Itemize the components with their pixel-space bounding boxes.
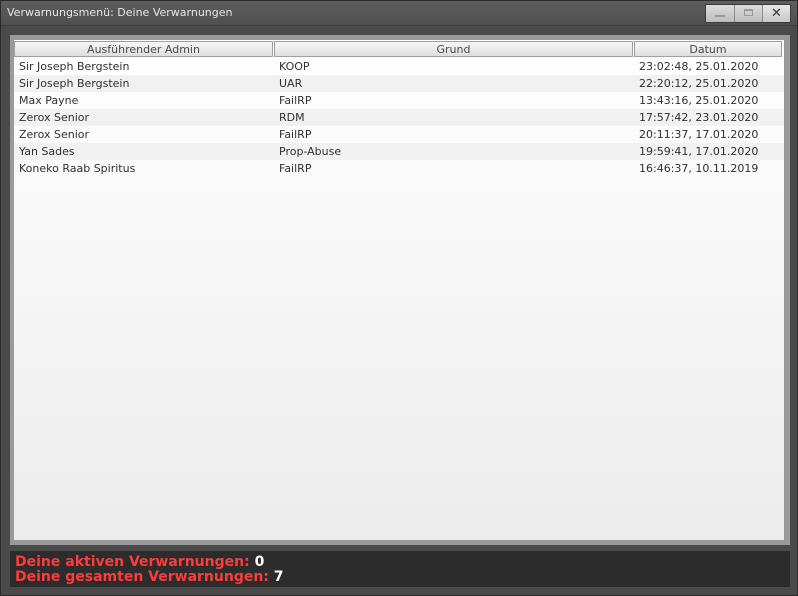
maximize-icon bbox=[744, 9, 753, 16]
list-header: Ausführender Admin Grund Datum bbox=[14, 41, 784, 57]
admin-cell: Zerox Senior bbox=[19, 128, 90, 141]
date-cell: 13:43:16, 25.01.2020 bbox=[639, 94, 759, 107]
window-title: Verwarnungsmenü: Deine Verwarnungen bbox=[7, 6, 233, 19]
list-panel: Ausführender Admin Grund Datum Sir Josep… bbox=[10, 35, 790, 545]
window-controls: ✕ bbox=[705, 4, 791, 23]
reason-cell: FailRP bbox=[279, 162, 312, 175]
active-warnings-count: 0 bbox=[254, 554, 265, 570]
total-warnings-line: Deine gesamten Verwarnungen: 7 bbox=[15, 569, 284, 585]
table-row[interactable]: Zerox Senior FailRP 20:11:37, 17.01.2020 bbox=[14, 126, 784, 143]
date-cell: 23:02:48, 25.01.2020 bbox=[639, 60, 759, 73]
reason-cell: Prop-Abuse bbox=[279, 145, 342, 158]
close-button[interactable]: ✕ bbox=[762, 5, 790, 22]
active-warnings-label: Deine aktiven Verwarnungen: bbox=[15, 554, 250, 570]
warnings-window: Verwarnungsmenü: Deine Verwarnungen ✕ Au… bbox=[0, 0, 798, 596]
admin-cell: Sir Joseph Bergstein bbox=[19, 60, 130, 73]
admin-cell: Sir Joseph Bergstein bbox=[19, 77, 130, 90]
admin-cell: Koneko Raab Spiritus bbox=[19, 162, 136, 175]
table-row[interactable]: Sir Joseph Bergstein KOOP 23:02:48, 25.0… bbox=[14, 58, 784, 75]
reason-cell: FailRP bbox=[279, 94, 312, 107]
admin-cell: Max Payne bbox=[19, 94, 79, 107]
column-header-reason[interactable]: Grund bbox=[274, 41, 633, 57]
minimize-icon bbox=[715, 15, 725, 17]
date-cell: 17:57:42, 23.01.2020 bbox=[639, 111, 759, 124]
date-cell: 16:46:37, 10.11.2019 bbox=[639, 162, 759, 175]
total-warnings-label: Deine gesamten Verwarnungen: bbox=[15, 569, 269, 585]
maximize-button[interactable] bbox=[734, 5, 762, 22]
warnings-list[interactable]: Ausführender Admin Grund Datum Sir Josep… bbox=[14, 40, 784, 540]
active-warnings-line: Deine aktiven Verwarnungen: 0 bbox=[15, 554, 264, 570]
reason-cell: KOOP bbox=[279, 60, 310, 73]
table-row[interactable]: Yan Sades Prop-Abuse 19:59:41, 17.01.202… bbox=[14, 143, 784, 160]
admin-cell: Zerox Senior bbox=[19, 111, 90, 124]
admin-cell: Yan Sades bbox=[19, 145, 75, 158]
title-bar[interactable]: Verwarnungsmenü: Deine Verwarnungen ✕ bbox=[1, 1, 797, 26]
table-row[interactable]: Koneko Raab Spiritus FailRP 16:46:37, 10… bbox=[14, 160, 784, 177]
column-header-admin[interactable]: Ausführender Admin bbox=[14, 41, 273, 57]
table-row[interactable]: Zerox Senior RDM 17:57:42, 23.01.2020 bbox=[14, 109, 784, 126]
reason-cell: FailRP bbox=[279, 128, 312, 141]
date-cell: 22:20:12, 25.01.2020 bbox=[639, 77, 759, 90]
total-warnings-count: 7 bbox=[273, 569, 284, 585]
date-cell: 19:59:41, 17.01.2020 bbox=[639, 145, 759, 158]
table-row[interactable]: Max Payne FailRP 13:43:16, 25.01.2020 bbox=[14, 92, 784, 109]
minimize-button[interactable] bbox=[706, 5, 734, 22]
table-row[interactable]: Sir Joseph Bergstein UAR 22:20:12, 25.01… bbox=[14, 75, 784, 92]
close-icon: ✕ bbox=[771, 6, 782, 21]
column-header-date[interactable]: Datum bbox=[634, 41, 782, 57]
status-bar: Deine aktiven Verwarnungen: 0 Deine gesa… bbox=[10, 551, 790, 587]
reason-cell: RDM bbox=[279, 111, 305, 124]
date-cell: 20:11:37, 17.01.2020 bbox=[639, 128, 759, 141]
reason-cell: UAR bbox=[279, 77, 303, 90]
